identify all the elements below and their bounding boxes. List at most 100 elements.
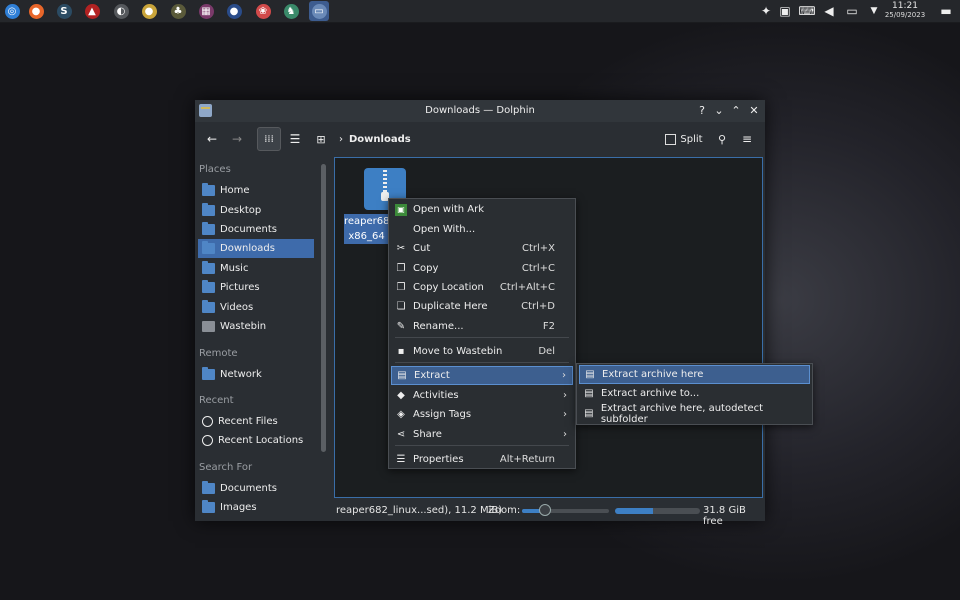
sidebar-item-videos[interactable]: Videos — [198, 298, 314, 317]
section-remote: Remote — [199, 348, 238, 359]
details-view-button[interactable]: ☰ — [285, 127, 305, 151]
folder-icon — [202, 261, 215, 274]
back-button[interactable]: ← — [203, 127, 221, 151]
taskbar-app-aperture[interactable]: ◐ — [111, 1, 131, 21]
places-panel: Places Home Desktop Documents Downloads Music… — [195, 158, 317, 513]
sidebar-item-recent-files[interactable]: Recent Files — [198, 412, 314, 431]
submenu-item-1[interactable]: ▤ Extract archive here — [579, 365, 810, 384]
sidebar-item-documents[interactable]: Documents — [198, 220, 314, 239]
copy-location-icon: ❐ — [396, 282, 406, 293]
window-title: Downloads — Dolphin — [425, 105, 535, 116]
taskbar-app-color-wheel[interactable]: ❀ — [253, 1, 273, 21]
sidebar-item-label: Network — [220, 369, 262, 380]
menu-item-extract[interactable]: ▤ Extract › — [391, 366, 573, 385]
icons-view-button[interactable]: ⁞⁞⁞ — [257, 127, 281, 151]
taskbar-app-paw-app[interactable]: ♣ — [168, 1, 188, 21]
breadcrumb[interactable]: Downloads — [349, 127, 411, 151]
show-desktop-icon[interactable]: ▬ — [938, 3, 954, 19]
menu-item-copy[interactable]: ❐ Copy Ctrl+C — [391, 259, 573, 278]
sidebar-item-label: Documents — [220, 483, 278, 494]
taskbar-app-file-manager[interactable]: ▭ — [309, 1, 329, 21]
split-icon — [665, 133, 677, 145]
archive-icon: ▤ — [585, 369, 595, 380]
tree-view-button[interactable]: ⊞ — [311, 127, 331, 151]
taskbar-app-app-launcher[interactable]: ◎ — [2, 1, 22, 21]
forward-button[interactable]: → — [228, 127, 246, 151]
maximize-button[interactable]: ⌃ — [729, 104, 743, 118]
zoom-slider-handle[interactable] — [539, 504, 552, 516]
split-button[interactable]: Split — [663, 127, 705, 151]
laptop-icon[interactable]: ▭ — [844, 3, 860, 19]
minimize-button[interactable]: ⌄ — [712, 104, 726, 118]
sidebar-item-label: Videos — [220, 302, 254, 313]
clipboard-icon[interactable]: ▣ — [777, 3, 793, 19]
scissors-icon: ✂ — [396, 243, 406, 254]
menu-item-label: Copy — [413, 263, 439, 274]
trash-icon — [202, 321, 215, 332]
menu-item-shortcut: Ctrl+D — [521, 301, 555, 312]
folder-icon — [202, 481, 215, 494]
menu-item-label: Move to Wastebin — [413, 346, 503, 357]
sidebar-item-music[interactable]: Music — [198, 259, 314, 278]
search-button[interactable]: ⚲ — [712, 127, 732, 151]
blue-circle-icon: ● — [226, 3, 242, 19]
submenu-item-2[interactable]: ▤ Extract archive to... — [579, 384, 810, 403]
sidebar-item-label: Pictures — [220, 282, 260, 293]
sidebar-item-downloads[interactable]: Downloads — [198, 239, 314, 258]
sidebar-item-network[interactable]: Network — [198, 365, 314, 384]
menu-item-cut[interactable]: ✂ Cut Ctrl+X — [391, 239, 573, 258]
clock-time: 11:21 — [892, 1, 918, 11]
menu-item-open-with-ark[interactable]: ▣ Open with Ark — [391, 200, 573, 219]
help-button[interactable]: ? — [695, 104, 709, 118]
taskbar-app-s-app[interactable]: S — [54, 1, 74, 21]
file-name-label[interactable]: reaper682_ x86_64 — [344, 214, 389, 244]
file-manager-icon: ▭ — [311, 3, 327, 19]
menu-item-activities[interactable]: ◆ Activities › — [391, 386, 573, 405]
folder-icon — [202, 241, 215, 254]
menu-item-label: Open with Ark — [413, 204, 485, 215]
firefox-icon: ● — [28, 3, 44, 19]
taskbar-app-krita[interactable]: ♞ — [281, 1, 301, 21]
sidebar-item-desktop[interactable]: Desktop — [198, 201, 314, 220]
menu-item-shortcut: F2 — [542, 321, 555, 332]
file-name-line2: x86_64 — [348, 231, 385, 242]
places-scrollbar[interactable] — [321, 164, 326, 452]
folder-icon — [202, 183, 215, 196]
menu-item-rename[interactable]: ✎ Rename... F2 — [391, 317, 573, 336]
taskbar-app-firefox[interactable]: ● — [26, 1, 46, 21]
menu-item-share[interactable]: ⋖ Share › — [391, 425, 573, 444]
sidebar-item-pictures[interactable]: Pictures — [198, 278, 314, 297]
titlebar[interactable]: Downloads — Dolphin ? ⌄ ⌃ ✕ — [195, 100, 765, 122]
sidebar-item-recent-locations[interactable]: Recent Locations — [198, 431, 314, 450]
tree-icon: ⊞ — [316, 132, 326, 146]
sidebar-item-documents[interactable]: Documents — [198, 479, 314, 498]
keyboard-icon[interactable]: ⌨ — [798, 3, 815, 19]
close-button[interactable]: ✕ — [747, 104, 761, 118]
menu-item-assign-tags[interactable]: ◈ Assign Tags › — [391, 405, 573, 424]
sidebar-item-wastebin[interactable]: Wastebin — [198, 317, 314, 336]
menu-button[interactable]: ≡ — [737, 127, 757, 151]
section-search: Search For — [199, 462, 253, 473]
menu-item-properties[interactable]: ☰ Properties Alt+Return — [391, 450, 573, 469]
menu-item-copy-location[interactable]: ❐ Copy Location Ctrl+Alt+C — [391, 278, 573, 297]
tray-expand-icon[interactable]: ▼ — [866, 3, 882, 19]
taskbar-app-grid-app[interactable]: ▦ — [196, 1, 216, 21]
section-places: Places — [199, 164, 231, 175]
toolbar: ← → ⁞⁞⁞ ☰ ⊞ › Downloads Split ⚲ ≡ — [195, 124, 765, 154]
clock[interactable]: 11:21 25/09/2023 — [881, 2, 929, 20]
disk-usage-fill — [615, 508, 654, 514]
taskbar-app-chrome[interactable]: ● — [139, 1, 159, 21]
menu-item-move-to-wastebin[interactable]: ▪ Move to Wastebin Del — [391, 342, 573, 361]
duplicate-icon: ❏ — [396, 301, 406, 312]
blank-icon — [395, 224, 407, 236]
menu-item-duplicate-here[interactable]: ❏ Duplicate Here Ctrl+D — [391, 297, 573, 316]
taskbar-app-red-triangle[interactable]: ▲ — [82, 1, 102, 21]
menu-separator — [395, 362, 569, 363]
taskbar-app-blue-circle[interactable]: ● — [224, 1, 244, 21]
zoom-slider[interactable] — [522, 504, 609, 516]
sidebar-item-home[interactable]: Home — [198, 181, 314, 200]
submenu-item-3[interactable]: ▤ Extract archive here, autodetect subfol… — [579, 403, 810, 425]
menu-item-open-with[interactable]: Open With... — [391, 220, 573, 239]
notification-bell-icon[interactable]: ✦ — [758, 3, 774, 19]
volume-icon[interactable]: ◀ — [821, 3, 837, 19]
